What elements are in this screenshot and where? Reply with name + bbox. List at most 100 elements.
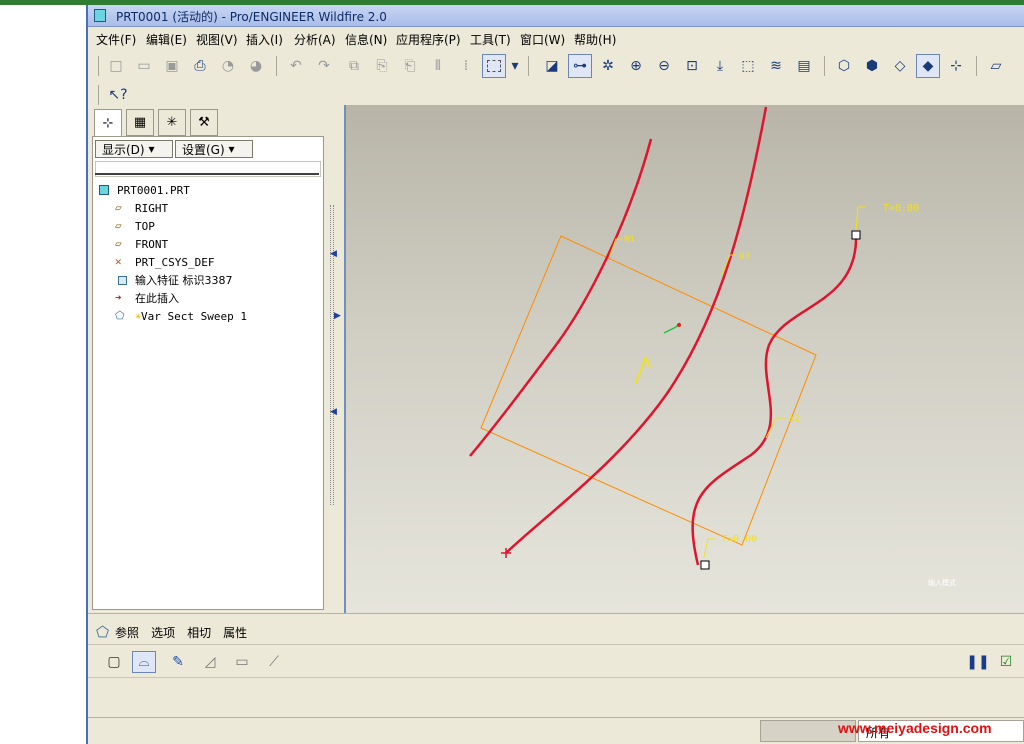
new-icon[interactable]: □ (104, 54, 128, 78)
tab-properties[interactable]: 属性 (223, 624, 247, 641)
tree-item-top[interactable]: ▱ TOP (115, 217, 155, 235)
menu-file[interactable]: 文件(F) (96, 31, 136, 48)
regenerate-icon[interactable]: ◪ (540, 54, 564, 78)
undo-icon[interactable]: ↶ (284, 54, 308, 78)
model-tree-tab[interactable]: ⊹ (94, 109, 122, 137)
menu-help[interactable]: 帮助(H) (574, 31, 616, 48)
datum-display-icon[interactable]: ⊶ (568, 54, 592, 78)
connections-tab[interactable]: ⚒ (190, 109, 218, 136)
mode-corner-text: 输入模式 (928, 578, 956, 587)
tree-header-divider (95, 173, 319, 175)
tree-item-insert-here[interactable]: ➔ 在此插入 (115, 289, 179, 307)
tab-tangency[interactable]: 相切 (187, 624, 211, 641)
refit-icon[interactable]: ⊡ (680, 54, 704, 78)
part-icon (94, 9, 106, 22)
model-graphics: T=0.00 T=0.00 N1 N4 N2 输入模式 (469, 106, 956, 587)
expand-arrow-icon[interactable]: ▶ (334, 311, 341, 321)
direction-arrow (635, 356, 651, 384)
surface-icon[interactable]: ⌓ (132, 651, 156, 673)
show-dropdown[interactable]: 显示(D) ▾ (95, 140, 173, 158)
traj-label-3: N2 (789, 414, 800, 424)
menu-info[interactable]: 信息(N) (345, 31, 387, 48)
copy-icon[interactable]: ⧉ (342, 54, 366, 78)
menu-analysis[interactable]: 分析(A) (294, 31, 336, 48)
tree-item-var-sect-sweep[interactable]: ⬠ ✳ Var Sect Sweep 1 (115, 307, 247, 325)
tree-item-right[interactable]: ▱ RIGHT (115, 199, 168, 217)
folder-tab[interactable]: ▦ (126, 109, 154, 136)
blend-icon[interactable]: ⟋ (262, 651, 286, 673)
favorites-tab[interactable]: ✳ (158, 109, 186, 136)
menu-bar: 文件(F) 编辑(E) 视图(V) 插入(I) 分析(A) 信息(N) 应用程序… (88, 28, 1024, 48)
show-dropdown-label: 显示(D) (102, 142, 145, 157)
save-icon[interactable]: ▣ (160, 54, 184, 78)
t-bottom-label: T=0.00 (721, 534, 757, 545)
app-window: PRT0001 (活动的) - Pro/ENGINEER Wildfire 2.… (86, 5, 1024, 744)
preview-checkbox[interactable]: ☑ (994, 651, 1018, 673)
paste-icon[interactable]: ⎘ (370, 54, 394, 78)
print-icon[interactable]: ⎙ (188, 54, 212, 78)
end-point-marker (700, 560, 710, 570)
collapse-arrow-icon[interactable]: ◀ (330, 407, 337, 417)
settings-dropdown[interactable]: 设置(G) ▾ (175, 140, 253, 158)
part-icon (97, 183, 113, 197)
hidden-line-icon[interactable]: ⬢ (860, 54, 884, 78)
traj-label-1: N1 (624, 235, 635, 245)
datum-plane-icon: ▱ (115, 237, 122, 250)
section-plane (480, 235, 817, 546)
shading-icon[interactable]: ◆ (916, 54, 940, 78)
menu-edit[interactable]: 编辑(E) (146, 31, 187, 48)
sketch-icon[interactable]: ✎ (166, 651, 190, 673)
tab-options[interactable]: 选项 (151, 624, 175, 641)
traj-label-2: N4 (739, 252, 750, 262)
menu-tools[interactable]: 工具(T) (470, 31, 511, 48)
collapse-arrow-icon[interactable]: ◀ (330, 249, 337, 259)
start-point-marker (851, 230, 861, 240)
tree-item-root[interactable]: PRT0001.PRT (97, 181, 190, 199)
pattern-icon[interactable]: ⁞ (454, 54, 478, 78)
graphics-window[interactable]: T=0.00 T=0.00 N1 N4 N2 输入模式 (344, 105, 1024, 613)
send2-icon[interactable]: ◕ (244, 54, 268, 78)
tree-item-front[interactable]: ▱ FRONT (115, 235, 168, 253)
tab-references[interactable]: 参照 (115, 624, 139, 641)
no-hidden-icon[interactable]: ◇ (888, 54, 912, 78)
saved-views-icon[interactable]: ⬚ (736, 54, 760, 78)
solid-icon[interactable]: ▢ (102, 651, 126, 673)
remove-material-icon[interactable]: ◿ (198, 651, 222, 673)
model-tree-panel: 显示(D) ▾ 设置(G) ▾ PRT0001.PRT ▱ RIGHT ▱ TO… (92, 136, 324, 610)
title-bar[interactable]: PRT0001 (活动的) - Pro/ENGINEER Wildfire 2.… (88, 5, 1024, 27)
tree-item-import-feature[interactable]: 输入特征 标识3387 (115, 271, 233, 289)
view-manager-icon[interactable]: ▤ (792, 54, 816, 78)
menu-view[interactable]: 视图(V) (196, 31, 238, 48)
layers-icon[interactable]: ≋ (764, 54, 788, 78)
datum-plane-icon[interactable]: ▱ (984, 54, 1008, 78)
menu-insert[interactable]: 插入(I) (246, 31, 283, 48)
tree-item-label: 输入特征 标识3387 (135, 274, 233, 287)
menu-window[interactable]: 窗口(W) (520, 31, 565, 48)
chevron-down-icon: ▾ (228, 142, 235, 156)
reorient-icon[interactable]: ⤓ (708, 54, 732, 78)
paste-special-icon[interactable]: ⎗ (398, 54, 422, 78)
send-icon[interactable]: ◔ (216, 54, 240, 78)
insert-here-arrow-icon: ➔ (115, 291, 122, 304)
import-feature-icon (115, 273, 131, 287)
navigator-splitter[interactable]: ◀ ▶ ◀ (328, 109, 341, 613)
spin-center-icon[interactable]: ✲ (596, 54, 620, 78)
open-icon[interactable]: ▭ (132, 54, 156, 78)
wireframe-icon[interactable]: ⬡ (832, 54, 856, 78)
thicken-icon[interactable]: ▭ (230, 651, 254, 673)
model-tree-icon[interactable]: ⊹ (944, 54, 968, 78)
chevron-down-icon[interactable]: ▾ (508, 54, 522, 78)
menu-applications[interactable]: 应用程序(P) (396, 31, 461, 48)
desktop-left-area (0, 5, 86, 744)
redo-icon[interactable]: ↷ (312, 54, 336, 78)
tree-item-label: FRONT (135, 237, 169, 251)
zoom-out-icon[interactable]: ⊖ (652, 54, 676, 78)
pause-icon[interactable]: ❚❚ (966, 651, 990, 673)
whats-this-icon[interactable]: ↖? (106, 83, 130, 107)
tree-item-csys[interactable]: ✕ PRT_CSYS_DEF (115, 253, 214, 271)
mirror-icon[interactable]: ⫴ (426, 54, 450, 78)
zoom-in-icon[interactable]: ⊕ (624, 54, 648, 78)
var-sect-sweep-icon: ⬠ (96, 623, 110, 641)
select-box-icon[interactable] (482, 54, 506, 78)
tree-item-label: Var Sect Sweep 1 (141, 309, 247, 323)
